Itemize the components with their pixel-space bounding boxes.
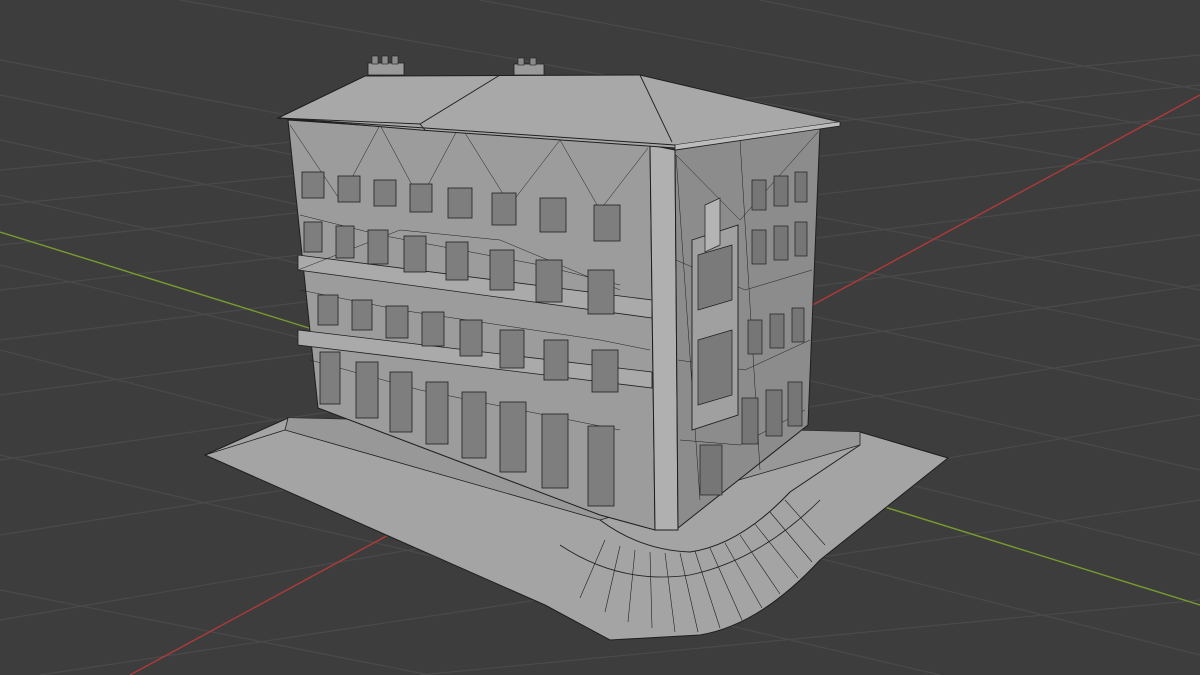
scene-canvas[interactable] [0, 0, 1200, 675]
3d-viewport[interactable] [0, 0, 1200, 675]
